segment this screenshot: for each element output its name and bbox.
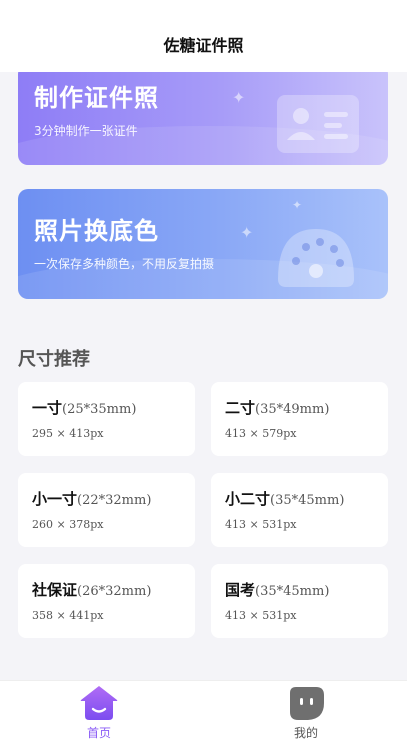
- profile-icon: [290, 687, 324, 720]
- sparkle-icon: ✦: [292, 198, 303, 212]
- size-name: 社保证: [32, 581, 78, 599]
- size-name: 小一寸: [32, 490, 78, 508]
- make-id-photo-banner[interactable]: 制作证件照 3分钟制作一张证件 ✦: [18, 64, 388, 165]
- tab-label: 首页: [86, 726, 111, 740]
- size-spec: (35*45mm): [270, 493, 345, 508]
- sparkle-icon: ✦: [240, 223, 254, 242]
- change-background-banner[interactable]: 照片换底色 一次保存多种颜色，不用反复拍摄 ✦ ✦: [18, 189, 388, 299]
- size-card-social-security[interactable]: 社保证 (26*32mm) 358 × 441px: [18, 564, 195, 638]
- size-name: 二寸: [225, 399, 256, 417]
- size-pixels: 260 × 378px: [32, 518, 104, 531]
- tab-label: 我的: [293, 726, 318, 740]
- banner-subtitle: 3分钟制作一张证件: [34, 124, 138, 138]
- size-card-two-inch[interactable]: 二寸 (35*49mm) 413 × 579px: [211, 382, 388, 456]
- size-spec: (25*35mm): [62, 402, 137, 417]
- palette-icon: [278, 229, 354, 287]
- banner-subtitle: 一次保存多种颜色，不用反复拍摄: [34, 257, 215, 271]
- size-name: 一寸: [32, 399, 63, 417]
- app-header: 佐糖证件照: [0, 0, 407, 72]
- size-name: 小二寸: [225, 490, 271, 508]
- size-card-small-one-inch[interactable]: 小一寸 (22*32mm) 260 × 378px: [18, 473, 195, 547]
- tab-home[interactable]: 首页: [39, 681, 159, 741]
- size-card-civil-exam[interactable]: 国考 (35*45mm) 413 × 531px: [211, 564, 388, 638]
- home-icon: [80, 686, 118, 720]
- size-pixels: 413 × 579px: [225, 427, 297, 440]
- size-spec: (35*45mm): [255, 584, 330, 599]
- size-spec: (35*49mm): [255, 402, 330, 417]
- tab-profile[interactable]: 我的: [246, 681, 366, 741]
- size-pixels: 295 × 413px: [32, 427, 104, 440]
- banner-title: 制作证件照: [34, 84, 159, 112]
- size-card-small-two-inch[interactable]: 小二寸 (35*45mm) 413 × 531px: [211, 473, 388, 547]
- size-pixels: 413 × 531px: [225, 518, 297, 531]
- page-title: 佐糖证件照: [163, 36, 244, 55]
- banner-title: 照片换底色: [34, 217, 159, 245]
- bottom-tab-bar: 首页 我的: [0, 680, 407, 741]
- size-spec: (22*32mm): [77, 493, 152, 508]
- size-recommend-title: 尺寸推荐: [18, 349, 90, 370]
- size-card-one-inch[interactable]: 一寸 (25*35mm) 295 × 413px: [18, 382, 195, 456]
- sparkle-icon: ✦: [232, 88, 246, 107]
- id-card-icon: [277, 95, 359, 153]
- size-pixels: 358 × 441px: [32, 609, 104, 622]
- size-pixels: 413 × 531px: [225, 609, 297, 622]
- size-spec: (26*32mm): [77, 584, 152, 599]
- size-name: 国考: [225, 581, 256, 599]
